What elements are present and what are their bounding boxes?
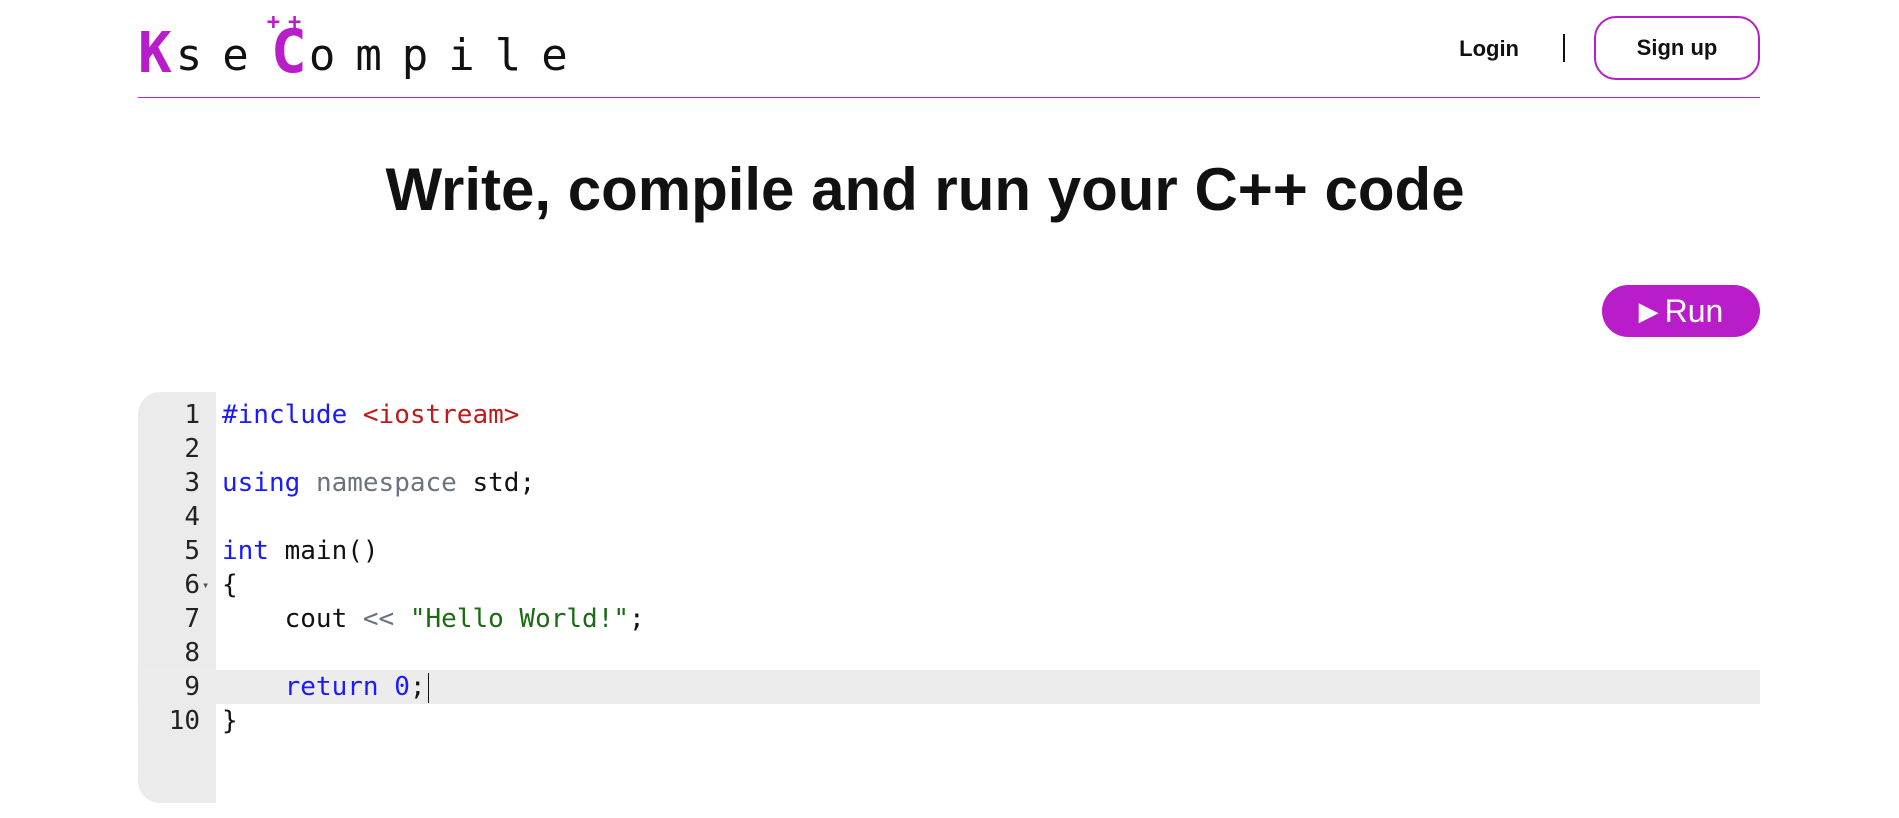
line-number: 3 <box>184 468 200 498</box>
logo-letter-c: ++ C <box>267 12 307 83</box>
code-token: return <box>284 672 379 702</box>
code-token: cout <box>222 604 363 634</box>
code-text: { <box>222 568 238 602</box>
run-button[interactable]: ▶ Run <box>1602 285 1760 337</box>
text-cursor <box>427 672 429 703</box>
code-text: return 0; <box>222 670 429 704</box>
code-text: cout << "Hello World!"; <box>222 602 645 636</box>
code-token: ; <box>409 672 426 702</box>
logo-text-ompile: ompile <box>308 30 588 81</box>
login-link[interactable]: Login <box>1453 35 1525 63</box>
line-number: 8 <box>184 638 200 668</box>
code-text: } <box>222 704 238 738</box>
line-number: 5 <box>184 536 200 566</box>
line-number: 7 <box>184 604 200 634</box>
logo-text-se: se <box>175 30 269 81</box>
code-line[interactable]: 6 ▾ { <box>138 568 1760 602</box>
site-header: K se ++ C ompile Login Sign up <box>138 0 1760 98</box>
code-line[interactable]: 8 <box>138 636 1760 670</box>
logo[interactable]: K se ++ C ompile <box>138 12 588 86</box>
code-line[interactable]: 2 <box>138 432 1760 466</box>
code-token: } <box>222 706 238 736</box>
line-number: 6 <box>184 570 200 600</box>
code-text: #include <iostream> <box>222 398 519 432</box>
code-token: namespace <box>315 468 457 498</box>
code-line[interactable]: 4 <box>138 500 1760 534</box>
code-text: using namespace std; <box>222 466 535 500</box>
code-token: "Hello World!" <box>409 604 630 634</box>
code-text: int main() <box>222 534 379 568</box>
line-number: 1 <box>184 400 200 430</box>
nav-divider <box>1563 34 1565 62</box>
logo-plus: ++ <box>266 10 310 35</box>
code-token: main() <box>268 536 379 566</box>
code-token: 0 <box>394 672 410 702</box>
code-editor[interactable]: 1 #include <iostream> 2 3 using namespace st… <box>138 392 1760 803</box>
fold-arrow-icon[interactable]: ▾ <box>202 568 209 602</box>
code-token: ; <box>629 604 645 634</box>
line-number: 2 <box>184 434 200 464</box>
line-number: 9 <box>184 672 200 702</box>
code-token: int <box>222 536 269 566</box>
code-line[interactable]: 3 using namespace std; <box>138 466 1760 500</box>
code-line[interactable]: 10} <box>138 704 1760 738</box>
line-number: 10 <box>168 706 200 736</box>
code-token: std; <box>456 468 536 498</box>
code-line[interactable]: 5 int main() <box>138 534 1760 568</box>
code-token: #include <box>222 400 363 430</box>
code-line[interactable]: 1 #include <iostream> <box>138 398 1760 432</box>
play-icon: ▶ <box>1638 295 1659 326</box>
code-token: using <box>222 468 301 498</box>
code-token: <iostream> <box>362 400 520 430</box>
code-token: << <box>362 604 395 634</box>
code-line[interactable]: 9 return 0; <box>138 670 1760 704</box>
signup-button[interactable]: Sign up <box>1594 16 1760 80</box>
run-button-label: Run <box>1664 292 1724 329</box>
page-title: Write, compile and run your C++ code <box>385 156 1465 223</box>
code-token: { <box>222 570 238 600</box>
line-number: 4 <box>184 502 200 532</box>
code-line[interactable]: 7 cout << "Hello World!"; <box>138 602 1760 636</box>
logo-letter-k: K <box>138 21 172 86</box>
